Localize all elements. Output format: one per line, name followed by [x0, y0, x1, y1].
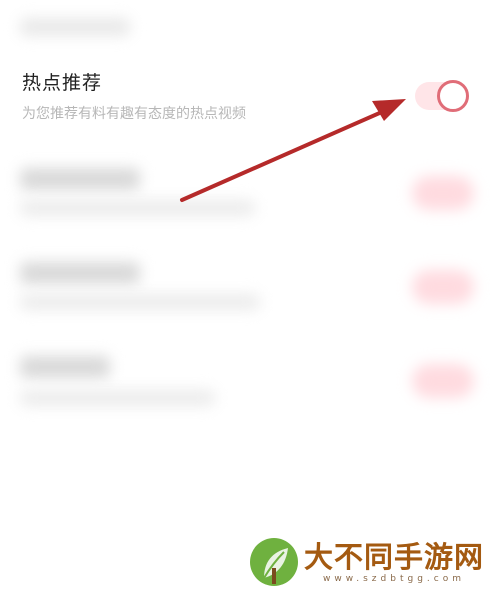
arrow-shaft	[180, 109, 386, 202]
watermark: 大不同手游网 www.szdbtgg.com	[250, 538, 484, 586]
pointer-arrow-icon	[180, 99, 406, 202]
leaf-logo-icon	[250, 538, 298, 586]
watermark-url: www.szdbtgg.com	[323, 574, 465, 584]
leaf-icon	[263, 548, 288, 584]
watermark-title: 大不同手游网	[304, 540, 485, 574]
arrow-head	[372, 99, 406, 121]
